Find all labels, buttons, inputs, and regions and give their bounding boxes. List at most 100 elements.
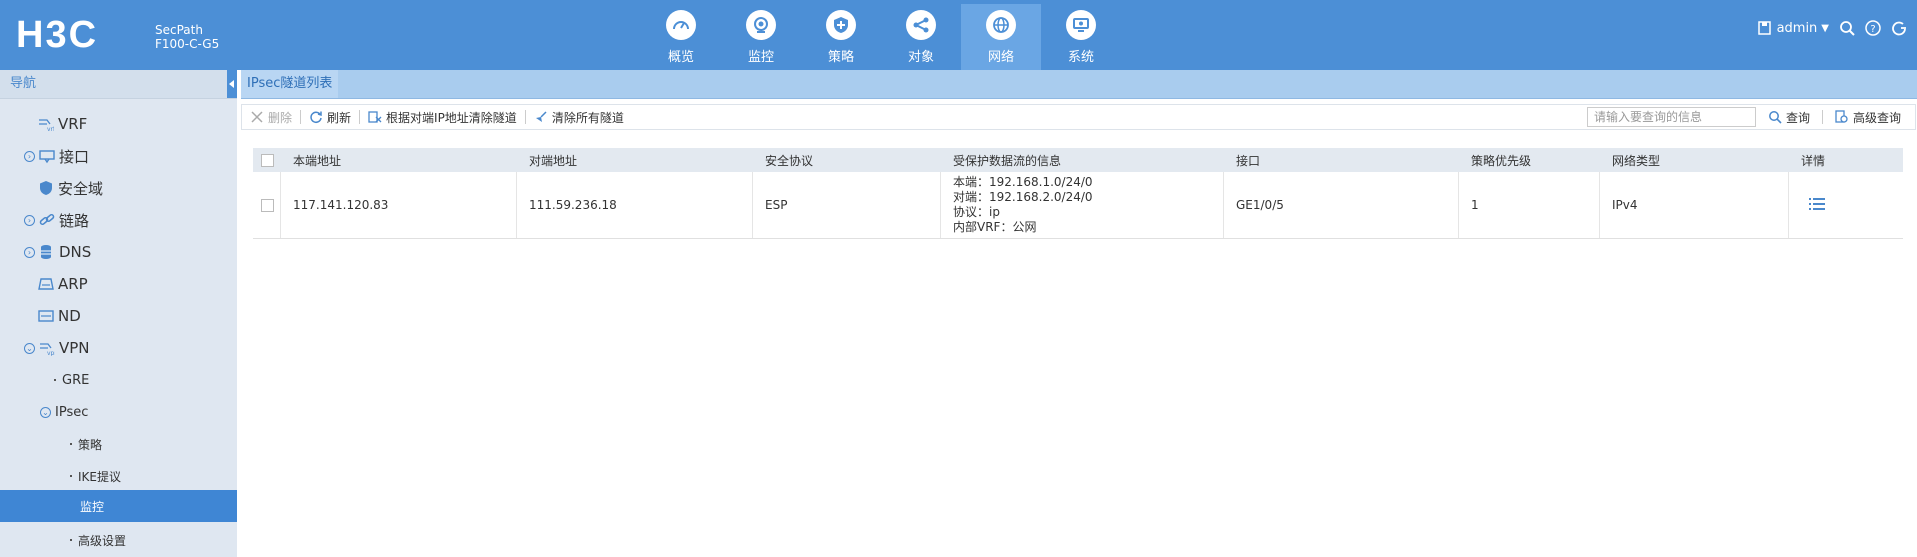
search-input[interactable]	[1586, 107, 1756, 127]
svg-text:?: ?	[1870, 24, 1875, 35]
sidebar-item-label: IPsec	[55, 404, 89, 420]
protected-flow-cell: 本端：192.168.1.0/24/0 对端：192.168.2.0/24/0 …	[941, 172, 1224, 238]
column-header[interactable]: 受保护数据流的信息	[941, 148, 1224, 172]
nav-monitor[interactable]: 监控	[721, 4, 801, 70]
sidebar-item-ike-proposal[interactable]: IKE提议	[0, 460, 237, 492]
expand-icon[interactable]: ›	[24, 246, 35, 258]
svg-text:H3C: H3C	[16, 14, 98, 54]
bullet	[70, 475, 72, 477]
sidebar-item-advanced-settings[interactable]: 高级设置	[0, 524, 237, 556]
header-tools: admin ▼ ?	[1757, 20, 1907, 36]
search-icon	[1769, 111, 1782, 124]
column-header[interactable]: 本端地址	[281, 148, 517, 172]
expand-icon[interactable]: ›	[24, 150, 35, 162]
logout-icon[interactable]	[1891, 20, 1907, 36]
column-header[interactable]: 对端地址	[517, 148, 753, 172]
refresh-button[interactable]: 刷新	[301, 106, 359, 128]
sidebar-item-label: 接口	[59, 147, 90, 166]
main-content: IPsec隧道列表 删除 刷新 根据对端IP地址清除隧道 清除所有隧道 查询	[241, 70, 1917, 557]
advanced-query-label: 高级查询	[1852, 110, 1901, 125]
interface-icon	[39, 150, 55, 164]
nav-overview[interactable]: 概览	[641, 4, 721, 70]
expand-icon[interactable]: ›	[24, 214, 35, 226]
sidebar-item-label: VRF	[58, 115, 88, 133]
save-icon	[1757, 20, 1773, 36]
chevron-down-icon: ▼	[1821, 22, 1829, 34]
sidebar-item-arp[interactable]: ARP	[0, 268, 237, 300]
sidebar-item-gre[interactable]: GRE	[0, 364, 237, 396]
svg-text:vpn: vpn	[47, 350, 55, 356]
sidebar-item-ipsec[interactable]: ⌄ IPsec	[0, 396, 237, 428]
column-header[interactable]: 策略优先级	[1459, 148, 1600, 172]
tab-strip: IPsec隧道列表	[241, 70, 1917, 99]
monitor-icon	[746, 10, 776, 40]
top-header: H3C SecPath F100-C-G5 概览 监控 策略 对象 网络 系统 …	[0, 0, 1917, 70]
sidebar-item-dns[interactable]: › DNS	[0, 236, 237, 268]
sidebar-item-label: VPN	[59, 339, 90, 357]
advanced-query-button[interactable]: 高级查询	[1827, 106, 1909, 128]
peer-address-cell: 111.59.236.18	[517, 172, 753, 238]
search-icon[interactable]	[1839, 20, 1855, 36]
search-area: 查询 高级查询	[1586, 106, 1909, 128]
sidebar-item-security-zone[interactable]: 安全域	[0, 172, 237, 204]
nav-overview-label: 概览	[667, 50, 694, 65]
interface-cell: GE1/0/5	[1224, 172, 1459, 238]
sidebar-item-vpn[interactable]: ⌄ vpn VPN	[0, 332, 237, 364]
network-type-cell: IPv4	[1600, 172, 1789, 238]
column-header: 详情	[1801, 153, 1826, 168]
clear-all-tunnels-label: 清除所有隧道	[551, 110, 624, 125]
nav-policy-label: 策略	[827, 50, 854, 65]
nav-monitor-label: 监控	[747, 50, 774, 65]
nav-system-label: 系统	[1067, 50, 1094, 65]
row-select-cell	[253, 172, 281, 238]
delete-button[interactable]: 删除	[242, 106, 300, 128]
row-checkbox[interactable]	[261, 198, 274, 212]
nav-system[interactable]: 系统	[1041, 4, 1121, 70]
username: admin	[1776, 20, 1818, 36]
collapse-sidebar-button[interactable]	[227, 70, 237, 98]
delete-label: 删除	[268, 110, 293, 125]
nav-policy[interactable]: 策略	[801, 4, 881, 70]
clear-by-peer-ip-button[interactable]: 根据对端IP地址清除隧道	[360, 106, 525, 128]
sidebar-item-label: IKE提议	[78, 469, 121, 484]
collapse-icon[interactable]: ⌄	[40, 406, 51, 418]
flow-peer: 对端：192.168.2.0/24/0	[953, 190, 1093, 204]
nav-object[interactable]: 对象	[881, 4, 961, 70]
sidebar-title: 导航	[10, 76, 37, 91]
sidebar-item-ipsec-monitor[interactable]: 监控	[0, 490, 237, 522]
sidebar-item-label: ND	[58, 307, 81, 325]
user-menu[interactable]: admin ▼	[1757, 20, 1829, 36]
details-list-icon[interactable]	[1809, 197, 1825, 214]
sidebar-item-vrf[interactable]: vrf VRF	[0, 108, 237, 140]
select-all-checkbox[interactable]	[261, 153, 274, 167]
svg-text:vrf: vrf	[47, 126, 54, 132]
column-header[interactable]: 接口	[1224, 148, 1459, 172]
advanced-search-icon	[1835, 110, 1848, 123]
nav-network[interactable]: 网络	[961, 4, 1041, 70]
security-protocol-cell: ESP	[753, 172, 941, 238]
help-icon[interactable]: ?	[1865, 20, 1881, 36]
shield-icon	[826, 10, 856, 40]
local-address-cell: 117.141.120.83	[281, 172, 517, 238]
details-cell	[1789, 172, 1903, 238]
divider	[1821, 110, 1823, 124]
system-icon	[1066, 10, 1096, 40]
sidebar-item-ipsec-policy[interactable]: 策略	[0, 428, 237, 460]
close-icon	[251, 111, 263, 123]
sidebar-item-nd[interactable]: ND	[0, 300, 237, 332]
table-row[interactable]: 117.141.120.83 111.59.236.18 ESP 本端：192.…	[253, 172, 1903, 239]
link-icon	[39, 213, 55, 226]
sidebar-item-link[interactable]: › 链路	[0, 204, 237, 236]
broom-icon	[535, 111, 547, 122]
security-zone-icon	[40, 181, 52, 195]
clear-all-tunnels-button[interactable]: 清除所有隧道	[526, 106, 632, 128]
column-header[interactable]: 网络类型	[1600, 148, 1789, 172]
product-name: SecPath F100-C-G5	[155, 23, 219, 51]
sidebar-item-interface[interactable]: › 接口	[0, 140, 237, 172]
column-header[interactable]: 安全协议	[753, 148, 941, 172]
sidebar-item-label: 安全域	[58, 179, 104, 198]
collapse-icon[interactable]: ⌄	[24, 342, 35, 354]
tab-ipsec-tunnel-list[interactable]: IPsec隧道列表	[241, 70, 339, 98]
flow-vrf: 内部VRF：公网	[953, 220, 1037, 234]
query-button[interactable]: 查询	[1760, 106, 1818, 128]
